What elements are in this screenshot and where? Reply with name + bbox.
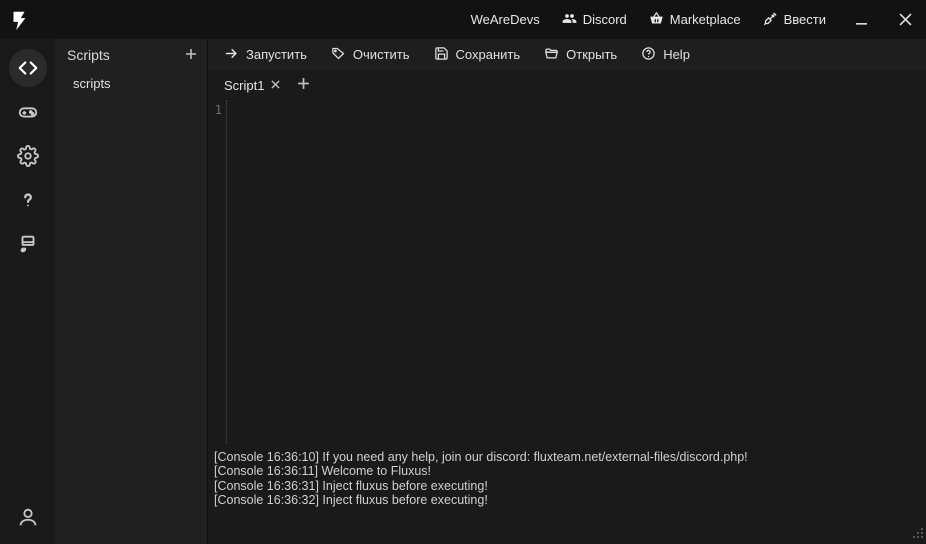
rail-settings[interactable] [9, 137, 47, 175]
code-editor[interactable]: 1 [208, 100, 926, 444]
rail-gamepad[interactable] [9, 93, 47, 131]
titlebar-actions: WeAreDevs Discord Marketplace Ввести [465, 5, 920, 35]
save-icon [434, 46, 449, 64]
tab-add-button[interactable] [297, 77, 310, 93]
wearedevs-label: WeAreDevs [471, 12, 540, 27]
tab-label: Script1 [224, 78, 264, 93]
arrow-right-icon [224, 46, 239, 64]
clear-button[interactable]: Очистить [325, 46, 416, 64]
rail-account[interactable] [9, 498, 47, 536]
side-rail [0, 39, 55, 544]
help-icon [641, 46, 656, 64]
editor-tabs: Script1 [208, 70, 926, 100]
save-label: Сохранить [456, 47, 521, 62]
clear-label: Очистить [353, 47, 410, 62]
console-output: [Console 16:36:10] If you need any help,… [208, 444, 926, 544]
save-button[interactable]: Сохранить [428, 46, 527, 64]
inject-label: Ввести [784, 12, 826, 27]
marketplace-label: Marketplace [670, 12, 741, 27]
basket-icon [649, 11, 664, 29]
discord-link[interactable]: Discord [556, 11, 633, 29]
discord-label: Discord [583, 12, 627, 27]
open-label: Открыть [566, 47, 617, 62]
console-line: [Console 16:36:31] Inject fluxus before … [214, 479, 922, 493]
tree-header: Scripts [55, 39, 207, 70]
minimize-button[interactable] [846, 5, 876, 35]
help-button[interactable]: Help [635, 46, 696, 64]
console-line: [Console 16:36:11] Welcome to Fluxus! [214, 464, 922, 478]
inject-link[interactable]: Ввести [757, 11, 832, 29]
tab-script1[interactable]: Script1 [218, 78, 287, 93]
tag-icon [331, 46, 346, 64]
wearedevs-link[interactable]: WeAreDevs [465, 12, 546, 27]
people-icon [562, 11, 577, 29]
rail-help[interactable] [9, 181, 47, 219]
tab-close-icon[interactable] [270, 78, 281, 93]
marketplace-link[interactable]: Marketplace [643, 11, 747, 29]
syringe-icon [763, 11, 778, 29]
toolbar: Запустить Очистить Сохранить Открыть Hel… [208, 39, 926, 70]
console-line: [Console 16:36:10] If you need any help,… [214, 450, 922, 464]
run-button[interactable]: Запустить [218, 46, 313, 64]
line-number: 1 [208, 103, 222, 117]
script-tree: Scripts scripts [55, 39, 208, 544]
titlebar: WeAreDevs Discord Marketplace Ввести [0, 0, 926, 39]
open-button[interactable]: Открыть [538, 46, 623, 64]
tree-item-label: scripts [73, 76, 111, 91]
code-body[interactable] [226, 100, 926, 444]
tree-title: Scripts [67, 47, 110, 63]
editor-area: Запустить Очистить Сохранить Открыть Hel… [208, 39, 926, 544]
tree-add-button[interactable] [185, 47, 197, 63]
resize-grip[interactable] [912, 527, 924, 542]
app-logo [8, 9, 30, 31]
rail-brush[interactable] [9, 225, 47, 263]
line-gutter: 1 [208, 100, 222, 444]
run-label: Запустить [246, 47, 307, 62]
tree-item[interactable]: scripts [55, 72, 207, 95]
rail-code[interactable] [9, 49, 47, 87]
close-button[interactable] [890, 5, 920, 35]
folder-icon [544, 46, 559, 64]
console-line: [Console 16:36:32] Inject fluxus before … [214, 493, 922, 507]
help-label: Help [663, 47, 690, 62]
